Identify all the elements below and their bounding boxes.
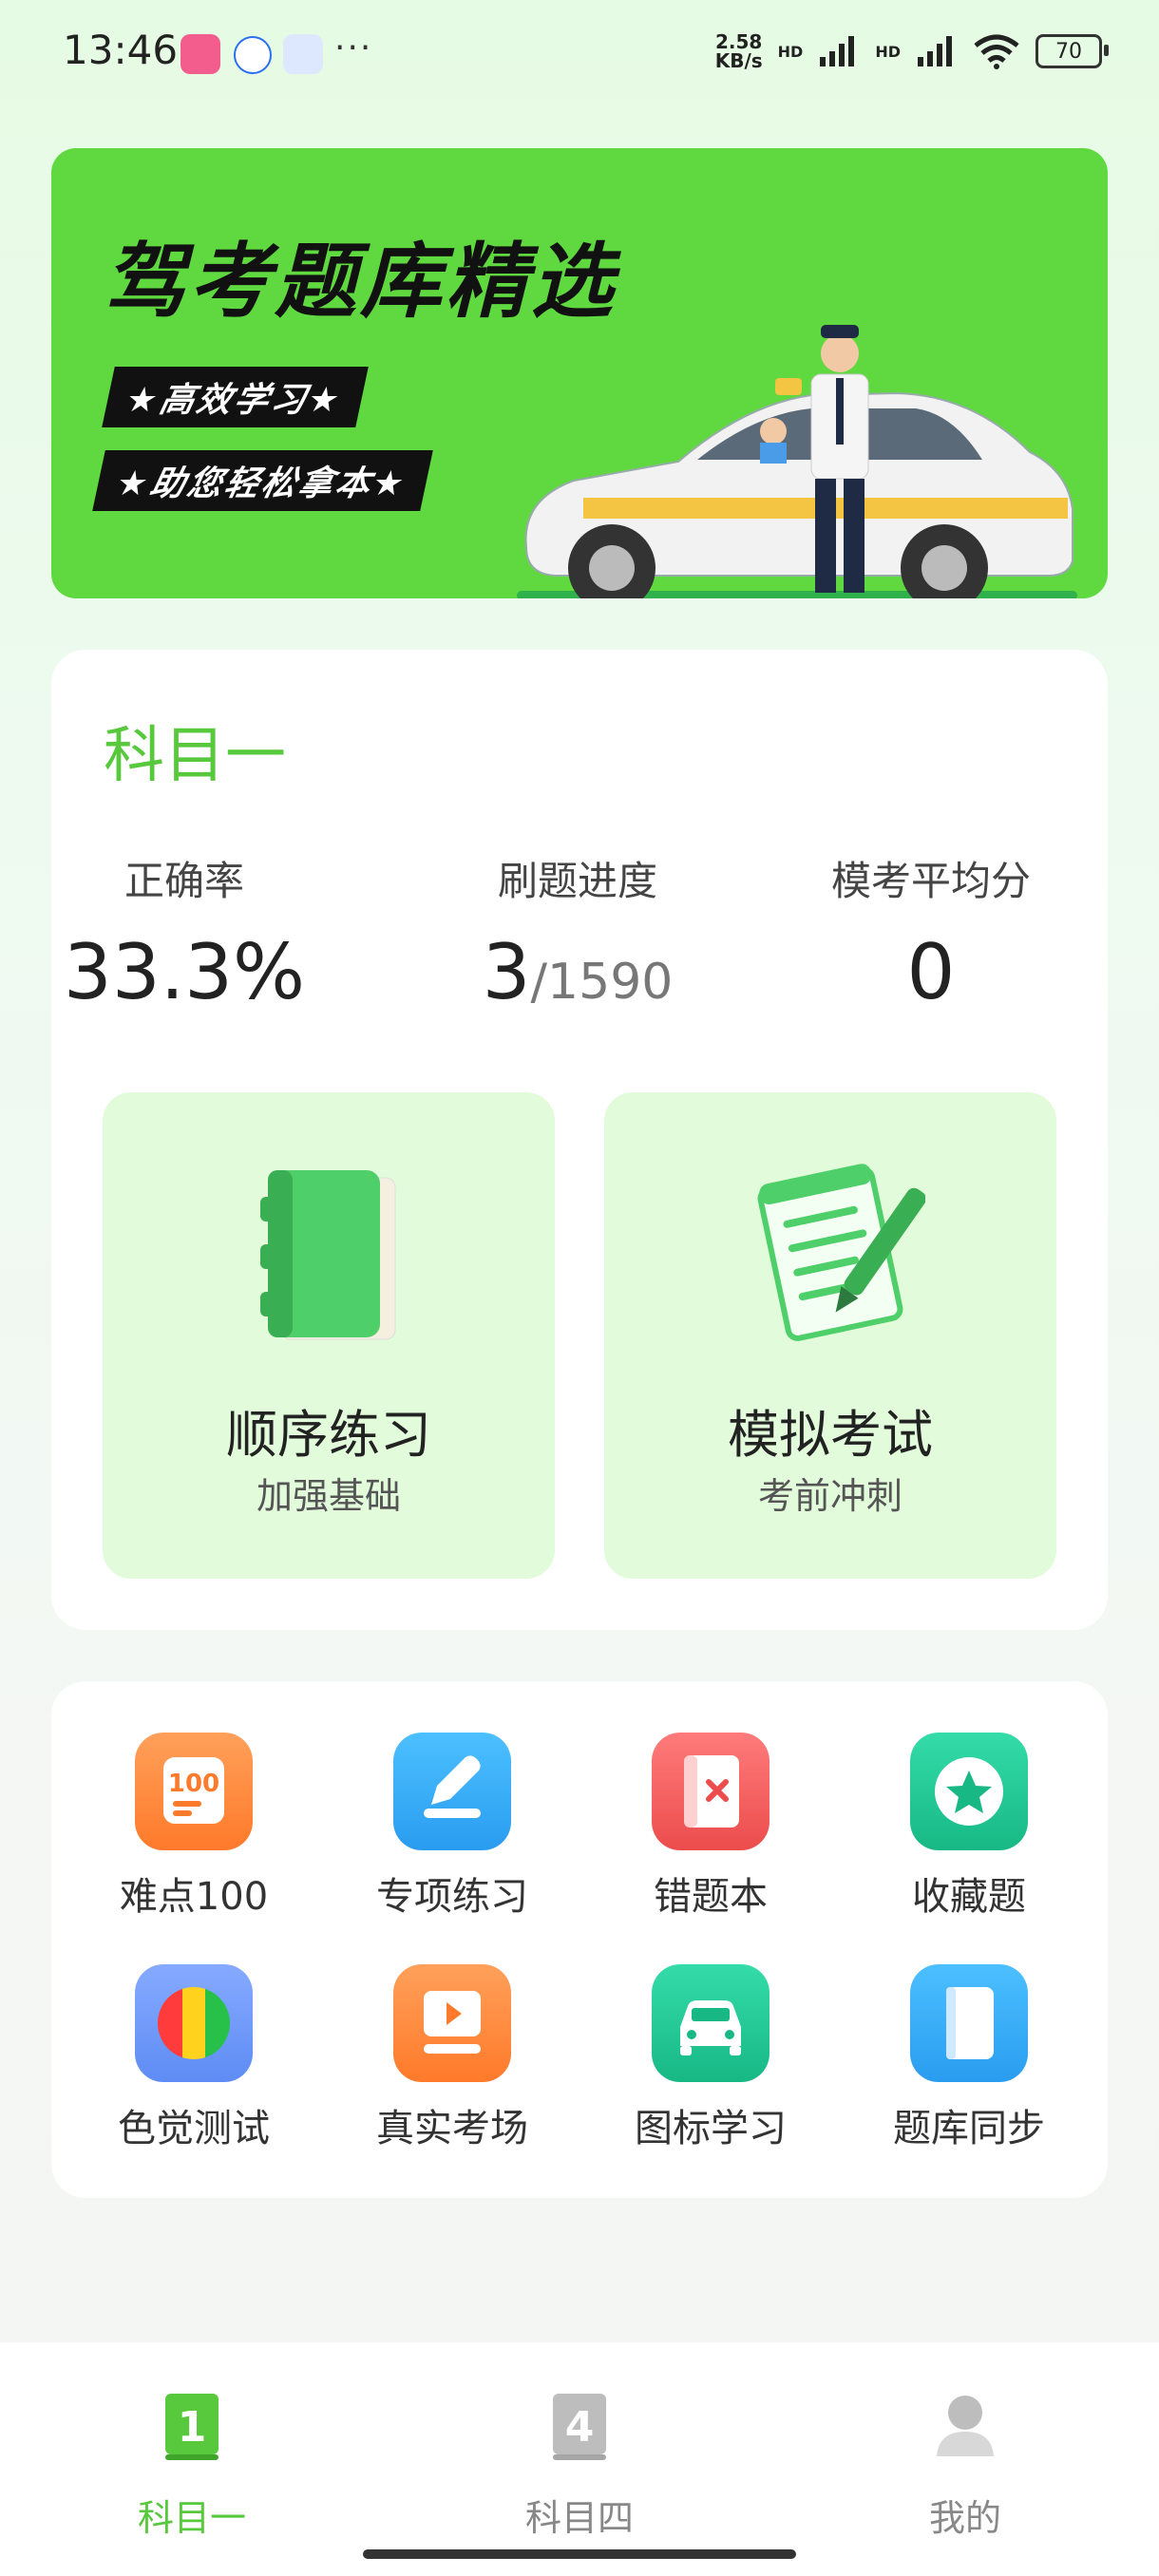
- tool-bank-sync-label: 题库同步: [893, 2107, 1045, 2150]
- mock-exam-button[interactable]: 模拟考试 考前冲刺: [604, 1092, 1056, 1579]
- tool-real-exam-room-label: 真实考场: [376, 2107, 528, 2150]
- svg-text:4: 4: [565, 2403, 595, 2452]
- svg-text:100: 100: [168, 1770, 219, 1798]
- svg-text:1: 1: [178, 2403, 207, 2452]
- tool-favorites-label: 收藏题: [912, 1875, 1026, 1919]
- tool-sign-learning-label: 图标学习: [635, 2107, 787, 2150]
- nav-profile[interactable]: 我的: [851, 2388, 1079, 2541]
- progress-done: 3: [482, 928, 531, 1016]
- tool-wrong-book-label: 错题本: [654, 1875, 768, 1919]
- subject-four-icon: 4: [542, 2388, 618, 2464]
- nav-subject-four[interactable]: 4 科目四: [466, 2388, 694, 2541]
- hd-label-2: HD: [875, 42, 901, 61]
- subject-one-icon: 1: [154, 2388, 230, 2464]
- blue-app-icon: [234, 36, 272, 74]
- signal-icon: [820, 36, 855, 66]
- progress-label: 刷题进度: [497, 858, 657, 904]
- accuracy-label: 正确率: [124, 858, 244, 904]
- tool-color-test-label: 色觉测试: [118, 2107, 270, 2150]
- home-indicator[interactable]: [363, 2549, 796, 2559]
- more-notifications-icon: ···: [334, 28, 373, 67]
- accuracy-value: 33.3%: [63, 928, 306, 1016]
- star-icon: [910, 1733, 1028, 1850]
- status-bar: 13:46 ··· 2.58 KB/s HD HD 70: [0, 0, 1159, 114]
- tool-wrong-book[interactable]: 错题本: [597, 1733, 825, 1921]
- tool-favorites[interactable]: 收藏题: [855, 1733, 1083, 1921]
- network-speed: 2.58 KB/s: [714, 30, 763, 72]
- average-score-stat[interactable]: 模考平均分 0: [798, 849, 1064, 1016]
- progress-stat[interactable]: 刷题进度 3/1590: [445, 849, 711, 1016]
- status-time: 13:46: [63, 27, 179, 73]
- tool-hard-100-label: 难点100: [119, 1875, 269, 1919]
- banner-tag-2: ★助您轻松拿本★: [92, 450, 433, 511]
- sequential-practice-button[interactable]: 顺序练习 加强基础: [103, 1092, 555, 1579]
- nav-subject-one[interactable]: 1 科目一: [78, 2388, 306, 2541]
- hundred-icon: 100: [135, 1733, 253, 1850]
- subject-title: 科目一: [104, 721, 286, 791]
- sequential-practice-title: 顺序练习: [226, 1405, 431, 1465]
- tools-grid: 100 难点100 专项练习 错题本 收藏题 色觉测试 真实考场 图标学习 题库…: [51, 1681, 1108, 2198]
- tool-bank-sync[interactable]: 题库同步: [855, 1964, 1083, 2152]
- car-icon: [652, 1964, 770, 2082]
- tool-sign-learning[interactable]: 图标学习: [597, 1964, 825, 2152]
- progress-value: 3/1590: [445, 928, 711, 1016]
- nav-subject-four-label: 科目四: [524, 2497, 634, 2539]
- tool-real-exam-room[interactable]: 真实考场: [338, 1964, 566, 2152]
- average-score-label: 模考平均分: [830, 858, 1031, 904]
- hd-label-1: HD: [777, 42, 804, 61]
- average-score-value: 0: [906, 928, 956, 1016]
- tool-special-practice-label: 专项练习: [376, 1875, 528, 1919]
- bottom-navigation: 1 科目一 4 科目四 我的: [0, 2342, 1159, 2576]
- status-indicators: 2.58 KB/s HD HD 70: [714, 30, 1109, 72]
- nav-profile-label: 我的: [928, 2497, 1001, 2539]
- battery-icon: 70: [1036, 34, 1109, 68]
- bilibili-app-icon: [180, 34, 220, 74]
- mock-exam-subtitle: 考前冲刺: [757, 1475, 902, 1517]
- promo-banner[interactable]: 驾考题库精选 ★高效学习★ ★助您轻松拿本★: [51, 148, 1108, 598]
- progress-total: /1590: [530, 954, 674, 1011]
- color-test-icon: [135, 1964, 253, 2082]
- profile-icon: [927, 2388, 1003, 2464]
- wrong-book-icon: [652, 1733, 770, 1850]
- nav-subject-one-label: 科目一: [137, 2497, 246, 2539]
- tool-special-practice[interactable]: 专项练习: [338, 1733, 566, 1921]
- wifi-icon: [974, 34, 1019, 69]
- edit-icon: [393, 1733, 511, 1850]
- taxi-and-officer-illustration: [517, 325, 1077, 598]
- sync-icon: [910, 1964, 1028, 2082]
- sequential-practice-subtitle: 加强基础: [256, 1475, 401, 1517]
- cloud-app-icon: [283, 34, 323, 74]
- accuracy-stat[interactable]: 正确率 33.3%: [51, 849, 317, 1016]
- book-icon: [260, 1170, 396, 1340]
- mock-exam-title: 模拟考试: [728, 1405, 933, 1465]
- tool-hard-100[interactable]: 100 难点100: [80, 1733, 308, 1921]
- banner-tag-1: ★高效学习★: [102, 367, 369, 427]
- subject-one-card: 科目一 正确率 33.3% 刷题进度 3/1590 模考平均分 0 顺序练习 加…: [51, 650, 1108, 1630]
- exam-paper-icon: [757, 1164, 925, 1341]
- signal-icon-2: [918, 36, 952, 66]
- video-icon: [393, 1964, 511, 2082]
- tool-color-test[interactable]: 色觉测试: [80, 1964, 308, 2152]
